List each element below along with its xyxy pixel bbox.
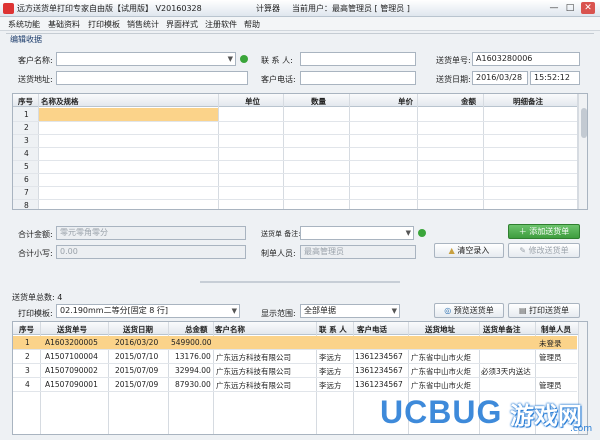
col-header-maker[interactable]: 制单人员 bbox=[541, 324, 571, 335]
edit-order-button[interactable]: ✎ 修改送货单 bbox=[508, 243, 580, 258]
contact-label: 联 系 人: bbox=[261, 56, 293, 65]
preview-order-button[interactable]: ◎ 预览送货单 bbox=[434, 303, 504, 318]
printer-icon: ▤ bbox=[518, 306, 530, 315]
maker-field: 最高管理员 bbox=[300, 245, 416, 259]
order-note-label: 送货单 备注: bbox=[261, 230, 301, 238]
phone-input[interactable] bbox=[300, 71, 416, 85]
col-header-qty[interactable]: 数量 bbox=[311, 96, 326, 107]
add-order-button[interactable]: ＋ 添加送货单 bbox=[508, 224, 580, 239]
edit-icon: ✎ bbox=[519, 246, 529, 255]
chevron-down-icon[interactable]: ▼ bbox=[406, 227, 411, 239]
customer-name-label: 客户名称: bbox=[18, 56, 53, 65]
print-template-label: 打印模板: bbox=[18, 309, 53, 318]
app-logo-icon bbox=[3, 3, 14, 14]
phone-label: 客户电话: bbox=[261, 75, 296, 84]
date-label: 送货日期: bbox=[436, 75, 471, 84]
col-header-address[interactable]: 送货地址 bbox=[425, 324, 455, 335]
menu-sales-stats[interactable]: 销售统计 bbox=[127, 19, 159, 30]
contact-input[interactable] bbox=[300, 52, 416, 66]
print-template-select[interactable]: 02.190mm二等分[固定 8 行] ▼ bbox=[56, 304, 240, 318]
splitter[interactable] bbox=[200, 281, 400, 283]
watermark: UCBUG 游戏网 .com bbox=[380, 392, 598, 438]
edit-receipt-label: 编辑收据 bbox=[10, 35, 42, 44]
menu-print-template[interactable]: 打印模板 bbox=[88, 19, 120, 30]
col-header-total[interactable]: 总金额 bbox=[185, 324, 208, 335]
title-bar: 远方送货单打印专家自由版【试用版】 V20160328 计算器 当前用户：最高管… bbox=[0, 0, 600, 17]
menu-register[interactable]: 注册软件 bbox=[205, 19, 237, 30]
order-count: 送货单总数: 4 bbox=[12, 293, 63, 302]
close-button[interactable]: ✕ bbox=[581, 2, 595, 14]
order-no-input[interactable]: A1603280006 bbox=[472, 52, 580, 66]
plus-icon: ＋ bbox=[518, 227, 530, 236]
chevron-down-icon[interactable]: ▼ bbox=[232, 305, 237, 317]
current-user: 当前用户：最高管理员 [ 管理员 ] bbox=[292, 4, 410, 13]
customer-name-input[interactable]: ▼ bbox=[56, 52, 236, 66]
watermark-domain: .com bbox=[570, 424, 593, 434]
col-header-price[interactable]: 单价 bbox=[398, 96, 413, 107]
items-grid-header: 序号 名称及规格 单位 数量 单价 金额 明细备注 bbox=[13, 94, 587, 107]
date-input[interactable]: 2016/03/28 bbox=[472, 71, 528, 85]
col-header-phone[interactable]: 客户电话 bbox=[357, 324, 387, 335]
col-header-index[interactable]: 序号 bbox=[19, 324, 34, 335]
col-header-note[interactable]: 送货单备注 bbox=[483, 324, 521, 335]
refresh-icon[interactable] bbox=[240, 55, 248, 63]
selected-cell[interactable] bbox=[39, 108, 218, 121]
magnifier-icon: ◎ bbox=[444, 306, 454, 315]
col-header-contact[interactable]: 联 系 人 bbox=[319, 324, 347, 335]
total-lower-field: 0.00 bbox=[56, 245, 246, 259]
range-select[interactable]: 全部单据 ▼ bbox=[300, 304, 400, 318]
col-header-date[interactable]: 送货日期 bbox=[123, 324, 153, 335]
address-input[interactable] bbox=[56, 71, 248, 85]
items-grid[interactable]: 序号 名称及规格 单位 数量 单价 金额 明细备注 1 2 3 4 5 6 7 … bbox=[12, 93, 588, 210]
print-order-button[interactable]: ▤ 打印送货单 bbox=[508, 303, 580, 318]
col-header-remark[interactable]: 明细备注 bbox=[513, 96, 543, 107]
menu-system[interactable]: 系统功能 bbox=[8, 19, 40, 30]
maximize-button[interactable]: □ bbox=[563, 2, 577, 14]
maker-label: 制单人员: bbox=[261, 249, 296, 258]
orders-grid-header: 序号 送货单号 送货日期 总金额 客户名称 联 系 人 客户电话 送货地址 送货… bbox=[13, 322, 587, 335]
watermark-brand: UCBUG bbox=[380, 394, 503, 430]
refresh-icon[interactable] bbox=[418, 229, 426, 237]
calculator-link[interactable]: 计算器 bbox=[256, 3, 280, 14]
clear-input-button[interactable]: ▲ 清空录入 bbox=[434, 243, 504, 258]
col-header-amount[interactable]: 金额 bbox=[461, 96, 476, 107]
chevron-down-icon[interactable]: ▼ bbox=[392, 305, 397, 317]
col-header-unit[interactable]: 单位 bbox=[245, 96, 260, 107]
range-label: 显示范围: bbox=[261, 309, 296, 318]
total-amount-label: 合计金额: bbox=[18, 230, 53, 239]
menu-bar: 系统功能 基础资料 打印模板 销售统计 界面样式 注册软件 帮助 bbox=[0, 17, 600, 31]
order-note-input[interactable]: ▼ bbox=[300, 226, 414, 240]
time-input[interactable]: 15:52:12 bbox=[530, 71, 580, 85]
col-header-order-no[interactable]: 送货单号 bbox=[57, 324, 87, 335]
menu-basic-data[interactable]: 基础资料 bbox=[48, 19, 80, 30]
items-scrollbar[interactable] bbox=[578, 94, 587, 209]
col-header-name[interactable]: 名称及规格 bbox=[41, 96, 79, 107]
address-label: 送货地址: bbox=[18, 75, 53, 84]
total-amount-field: 零元零角零分 bbox=[56, 226, 246, 240]
order-no-label: 送货单号: bbox=[436, 56, 471, 65]
app-title: 远方送货单打印专家自由版【试用版】 V20160328 bbox=[17, 4, 202, 13]
scroll-thumb[interactable] bbox=[581, 108, 587, 138]
col-header-index[interactable]: 序号 bbox=[18, 96, 33, 107]
menu-help[interactable]: 帮助 bbox=[244, 19, 260, 30]
menu-ui-style[interactable]: 界面样式 bbox=[166, 19, 198, 30]
minimize-button[interactable]: — bbox=[547, 2, 561, 14]
total-lower-label: 合计小写: bbox=[18, 249, 53, 258]
col-header-customer[interactable]: 客户名称 bbox=[215, 324, 245, 335]
chevron-down-icon[interactable]: ▼ bbox=[228, 53, 233, 65]
